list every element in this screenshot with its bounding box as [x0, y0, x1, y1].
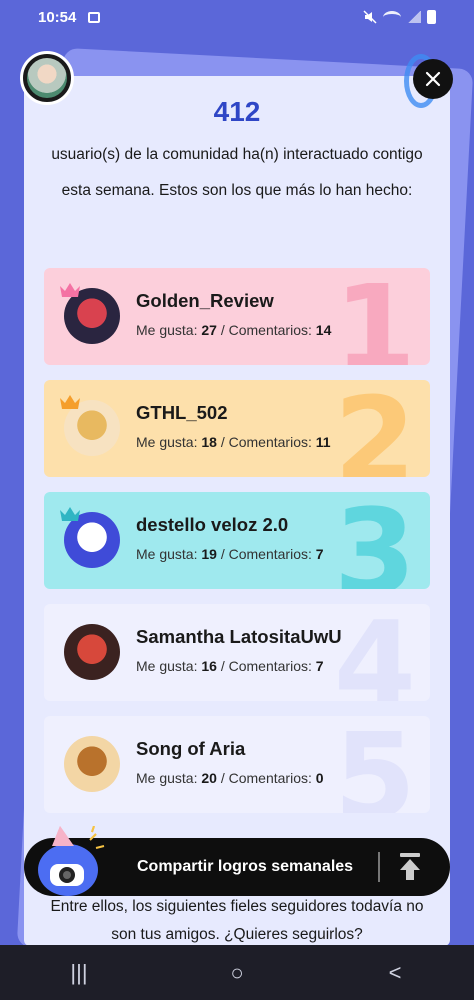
back-button[interactable]: < [365, 960, 425, 986]
non-friends-text: Entre ellos, los siguientes fieles segui… [50, 898, 424, 943]
mascot-icon-front [38, 826, 105, 896]
home-button[interactable]: ○ [207, 960, 267, 986]
upload-icon[interactable] [398, 853, 422, 881]
close-button[interactable] [413, 59, 453, 99]
mute-icon [363, 10, 377, 24]
rank-number: 1 [333, 268, 416, 365]
leader-card[interactable]: 2 GTHL_502 Me gusta: 18 / Comentarios: 11 [44, 380, 430, 477]
rank-number: 5 [333, 716, 416, 813]
divider [378, 852, 380, 882]
status-icons [363, 10, 436, 24]
username[interactable]: Golden_Review [136, 290, 274, 312]
username[interactable]: Song of Aria [136, 738, 245, 760]
leader-card[interactable]: 4 Samantha LatositaUwU Me gusta: 16 / Come… [44, 604, 430, 701]
rank-number: 4 [333, 604, 416, 701]
system-nav-bar: ||| ○ < [0, 945, 474, 1000]
battery-icon [427, 10, 436, 24]
status-bar: 10:54 [0, 0, 474, 36]
username[interactable]: GTHL_502 [136, 402, 228, 424]
image-notification-icon [88, 12, 100, 23]
user-stats: Me gusta: 27 / Comentarios: 14 [136, 322, 332, 338]
username[interactable]: Samantha LatositaUwU [136, 626, 342, 648]
recent-apps-button[interactable]: ||| [49, 960, 109, 986]
leader-card[interactable]: 1 Golden_Review Me gusta: 27 / Comentarios… [44, 268, 430, 365]
user-stats: Me gusta: 16 / Comentarios: 7 [136, 658, 324, 674]
username[interactable]: destello veloz 2.0 [136, 514, 288, 536]
intro-text: usuario(s) de la comunidad ha(n) interac… [51, 146, 423, 199]
rank-number: 3 [333, 492, 416, 589]
user-stats: Me gusta: 18 / Comentarios: 11 [136, 434, 331, 450]
status-time: 10:54 [38, 9, 77, 26]
user-stats: Me gusta: 20 / Comentarios: 0 [136, 770, 324, 786]
crown-icon [60, 507, 80, 521]
crown-icon [60, 283, 80, 297]
signal-icon [407, 11, 421, 23]
avatar[interactable] [64, 736, 120, 792]
rank-number: 2 [333, 380, 416, 477]
user-stats: Me gusta: 19 / Comentarios: 7 [136, 546, 324, 562]
interaction-count: 412 [213, 96, 261, 127]
share-achievements-button[interactable]: Compartir logros semanales [137, 858, 353, 876]
leader-card[interactable]: 5 Song of Aria Me gusta: 20 / Comentarios:… [44, 716, 430, 813]
wifi-icon [383, 10, 401, 24]
avatar[interactable] [64, 624, 120, 680]
crown-icon [60, 395, 80, 409]
leader-card[interactable]: 3 destello veloz 2.0 Me gusta: 19 / Coment… [44, 492, 430, 589]
close-icon [425, 71, 441, 87]
